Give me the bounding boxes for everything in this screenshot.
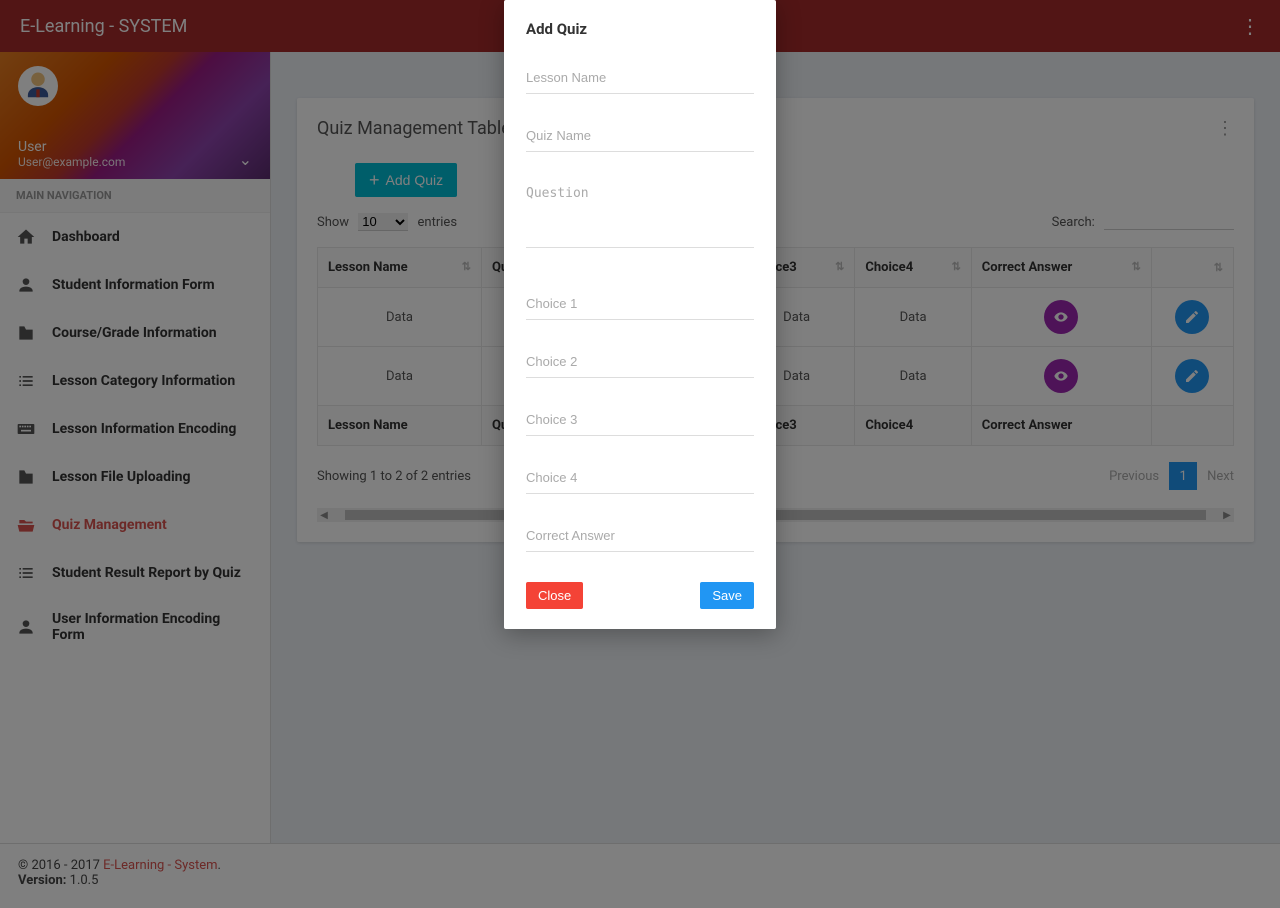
question-field[interactable] <box>526 182 754 248</box>
correct-answer-field[interactable] <box>526 524 754 552</box>
choice4-field[interactable] <box>526 466 754 494</box>
quiz-name-field[interactable] <box>526 124 754 152</box>
add-quiz-modal: Add Quiz Close Save <box>504 0 776 629</box>
choice2-field[interactable] <box>526 350 754 378</box>
modal-title: Add Quiz <box>526 20 754 38</box>
close-button[interactable]: Close <box>526 582 583 609</box>
choice3-field[interactable] <box>526 408 754 436</box>
save-button[interactable]: Save <box>700 582 754 609</box>
lesson-name-field[interactable] <box>526 66 754 94</box>
choice1-field[interactable] <box>526 292 754 320</box>
